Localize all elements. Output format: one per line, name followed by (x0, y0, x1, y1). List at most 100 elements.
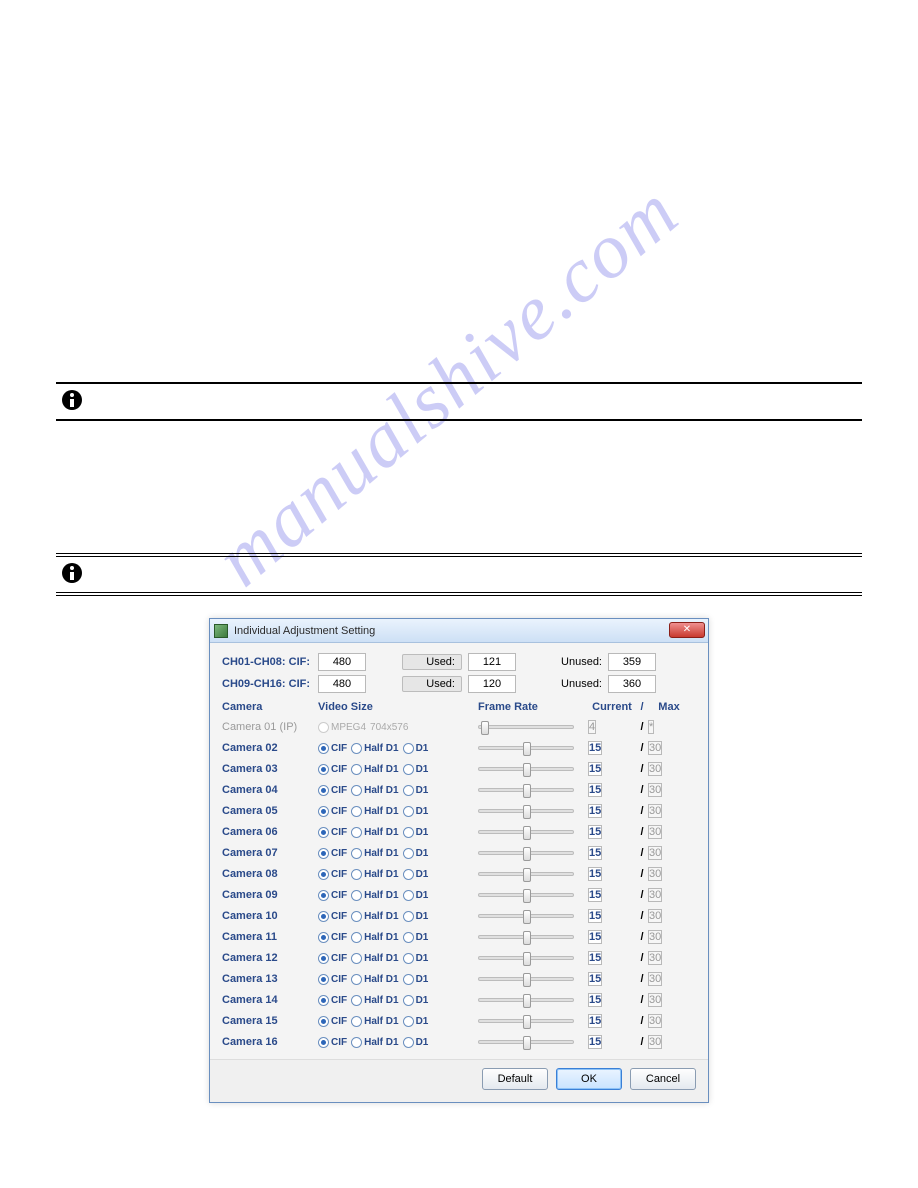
radio-cif[interactable]: CIF (318, 1037, 347, 1048)
radio-d1[interactable]: D1 (403, 785, 429, 796)
frame-rate-slider[interactable] (478, 872, 574, 876)
frame-rate-slider[interactable] (478, 830, 574, 834)
radio-d1[interactable]: D1 (403, 953, 429, 964)
current-value[interactable]: 15 (588, 846, 602, 860)
value-slash: / (636, 1015, 648, 1027)
radio-cif[interactable]: CIF (318, 932, 347, 943)
radio-mpeg4: MPEG4 (318, 722, 366, 733)
current-value[interactable]: 15 (588, 762, 602, 776)
radio-cif[interactable]: CIF (318, 890, 347, 901)
frame-rate-slider[interactable] (478, 893, 574, 897)
radio-d1[interactable]: D1 (403, 890, 429, 901)
radio-halfd1[interactable]: Half D1 (351, 1037, 398, 1048)
radio-halfd1[interactable]: Half D1 (351, 974, 398, 985)
radio-halfd1[interactable]: Half D1 (351, 1016, 398, 1027)
radio-halfd1[interactable]: Half D1 (351, 764, 398, 775)
radio-cif[interactable]: CIF (318, 806, 347, 817)
current-value[interactable]: 15 (588, 972, 602, 986)
radio-cif[interactable]: CIF (318, 1016, 347, 1027)
radio-halfd1[interactable]: Half D1 (351, 911, 398, 922)
radio-d1[interactable]: D1 (403, 932, 429, 943)
radio-halfd1[interactable]: Half D1 (351, 743, 398, 754)
radio-d1[interactable]: D1 (403, 911, 429, 922)
frame-rate-slider[interactable] (478, 1019, 574, 1023)
frame-rate-slider[interactable] (478, 1040, 574, 1044)
close-button[interactable]: ✕ (669, 622, 705, 638)
radio-d1[interactable]: D1 (403, 869, 429, 880)
radio-cif[interactable]: CIF (318, 764, 347, 775)
current-value[interactable]: 15 (588, 804, 602, 818)
frame-rate-slider[interactable] (478, 977, 574, 981)
current-value[interactable]: 15 (588, 930, 602, 944)
radio-d1[interactable]: D1 (403, 1016, 429, 1027)
frame-rate-slider[interactable] (478, 746, 574, 750)
radio-d1[interactable]: D1 (403, 764, 429, 775)
radio-halfd1[interactable]: Half D1 (351, 953, 398, 964)
value-slash: / (636, 847, 648, 859)
radio-halfd1[interactable]: Half D1 (351, 995, 398, 1006)
frame-rate-slider[interactable] (478, 809, 574, 813)
radio-cif[interactable]: CIF (318, 848, 347, 859)
current-value[interactable]: 15 (588, 741, 602, 755)
value-slash: / (636, 826, 648, 838)
radio-cif[interactable]: CIF (318, 974, 347, 985)
camera-name: Camera 13 (222, 973, 318, 985)
current-value[interactable]: 15 (588, 993, 602, 1007)
radio-halfd1[interactable]: Half D1 (351, 890, 398, 901)
radio-d1[interactable]: D1 (403, 827, 429, 838)
radio-d1[interactable]: D1 (403, 806, 429, 817)
unused-label: Unused: (552, 656, 602, 668)
dialog-titlebar[interactable]: Individual Adjustment Setting ✕ (210, 619, 708, 643)
ok-button[interactable]: OK (556, 1068, 622, 1090)
radio-halfd1[interactable]: Half D1 (351, 848, 398, 859)
radio-d1[interactable]: D1 (403, 848, 429, 859)
radio-halfd1[interactable]: Half D1 (351, 932, 398, 943)
cancel-button[interactable]: Cancel (630, 1068, 696, 1090)
frame-rate-slider[interactable] (478, 956, 574, 960)
frame-rate-slider[interactable] (478, 851, 574, 855)
radio-d1[interactable]: D1 (403, 1037, 429, 1048)
current-value[interactable]: 15 (588, 1014, 602, 1028)
camera-name: Camera 11 (222, 931, 318, 943)
stat-row-2: CH09-CH16: CIF: 480 Used: 120 Unused: 36… (222, 675, 696, 693)
radio-halfd1[interactable]: Half D1 (351, 869, 398, 880)
value-slash: / (636, 805, 648, 817)
current-value[interactable]: 15 (588, 867, 602, 881)
current-value[interactable]: 15 (588, 1035, 602, 1049)
radio-cif[interactable]: CIF (318, 911, 347, 922)
frame-rate-slider[interactable] (478, 767, 574, 771)
frame-rate-slider[interactable] (478, 935, 574, 939)
stat-row-1: CH01-CH08: CIF: 480 Used: 121 Unused: 35… (222, 653, 696, 671)
radio-cif[interactable]: CIF (318, 827, 347, 838)
dialog-button-row: Default OK Cancel (210, 1059, 708, 1102)
current-value[interactable]: 15 (588, 783, 602, 797)
camera-row: Camera 15CIFHalf D1D115/30 (222, 1011, 696, 1031)
radio-cif[interactable]: CIF (318, 785, 347, 796)
max-value: * (648, 720, 654, 734)
info-icon (62, 563, 82, 583)
radio-d1[interactable]: D1 (403, 743, 429, 754)
radio-cif[interactable]: CIF (318, 995, 347, 1006)
radio-cif[interactable]: CIF (318, 869, 347, 880)
current-value[interactable]: 15 (588, 825, 602, 839)
radio-cif[interactable]: CIF (318, 743, 347, 754)
current-value[interactable]: 15 (588, 909, 602, 923)
stat-used: 121 (468, 653, 516, 671)
stat-unused: 359 (608, 653, 656, 671)
frame-rate-slider[interactable] (478, 914, 574, 918)
radio-cif[interactable]: CIF (318, 953, 347, 964)
radio-halfd1[interactable]: Half D1 (351, 827, 398, 838)
radio-halfd1[interactable]: Half D1 (351, 785, 398, 796)
radio-halfd1[interactable]: Half D1 (351, 806, 398, 817)
radio-d1[interactable]: D1 (403, 995, 429, 1006)
current-value[interactable]: 15 (588, 888, 602, 902)
value-slash: / (636, 721, 648, 733)
camera-row: Camera 06CIFHalf D1D115/30 (222, 822, 696, 842)
default-button[interactable]: Default (482, 1068, 548, 1090)
radio-d1[interactable]: D1 (403, 974, 429, 985)
frame-rate-slider[interactable] (478, 788, 574, 792)
window-icon (214, 624, 228, 638)
max-value: 30 (648, 867, 662, 881)
current-value[interactable]: 15 (588, 951, 602, 965)
frame-rate-slider[interactable] (478, 998, 574, 1002)
